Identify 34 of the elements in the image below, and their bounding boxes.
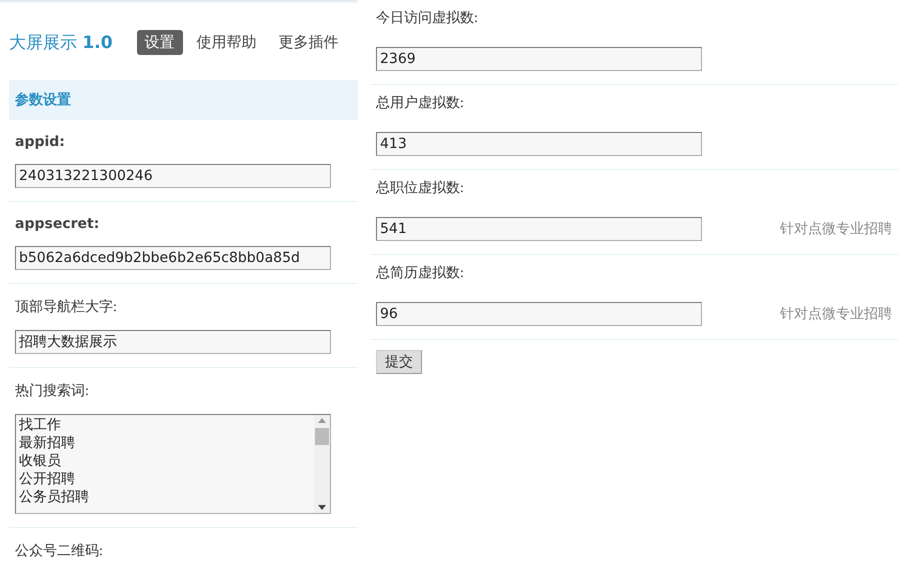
list-item[interactable]: 公务员招聘 [19,489,311,507]
field-label: 今日访问虚拟数: [376,9,479,27]
input-field[interactable]: 413 [376,132,702,156]
list-box[interactable]: 找工作 最新招聘 收银员 公开招聘 公务员招聘 [15,414,331,514]
field-label: 热门搜索词: [15,382,90,400]
input-field[interactable]: 541 [376,217,702,241]
list-item[interactable]: 公开招聘 [19,471,311,489]
input-field[interactable]: 240313221300246 [15,164,331,188]
field-label: 总职位虚拟数: [376,179,465,197]
input-field[interactable]: 招聘大数据展示 [15,330,331,354]
nav-tab[interactable]: 设置 [136,30,183,54]
nav-tab[interactable]: 更多插件 [270,30,347,54]
field-label: 公众号二维码: [15,542,104,560]
list-item[interactable]: 找工作 [19,417,311,435]
list-item[interactable]: 收银员 [19,453,311,471]
list-item[interactable]: 最新招聘 [19,435,311,453]
scroll-up-icon[interactable] [318,418,326,423]
nav-tab[interactable]: 使用帮助 [188,30,265,54]
field-hint: 针对点微专业招聘 [780,306,892,323]
input-field[interactable]: b5062a6dced9b2bbe6b2e65c8bb0a85d [15,246,331,270]
input-field[interactable]: 96 [376,302,702,326]
field-label: 顶部导航栏大字: [15,298,118,316]
input-field[interactable]: 2369 [376,47,702,71]
scroll-down-icon[interactable] [318,505,326,510]
field-hint: 针对点微专业招聘 [780,220,892,238]
scrollbar[interactable] [314,415,330,513]
submit-button[interactable]: 提交 [376,350,422,374]
field-label: appid: [15,134,66,150]
section-header: 参数设置 [9,80,358,120]
app-title: 大屏展示 1.0 [9,32,113,54]
field-label: 总用户虚拟数: [376,94,465,112]
field-label: 总简历虚拟数: [376,264,465,282]
scroll-thumb[interactable] [315,428,329,445]
field-label: appsecret: [15,216,100,232]
